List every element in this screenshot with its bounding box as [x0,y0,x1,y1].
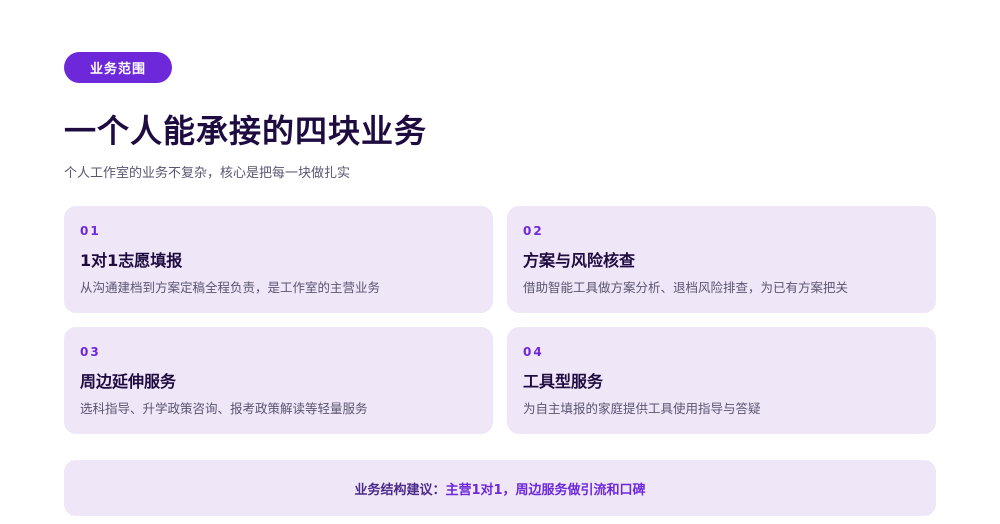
card-description: 选科指导、升学政策咨询、报考政策解读等轻量服务 [80,401,368,416]
card-title: 方案与风险核查 [523,251,636,270]
card-title: 1对1志愿填报 [80,251,183,270]
page-title: 一个人能承接的四块业务 [64,112,428,150]
structure-suggestion: 业务结构建议： 主营1对1，周边服务做引流和口碑 [64,460,936,516]
card-number: 02 [523,224,544,238]
card-description: 为自主填报的家庭提供工具使用指导与答疑 [523,401,761,416]
business-card-2: 02 方案与风险核查 借助智能工具做方案分析、退档风险排查，为已有方案把关 [507,206,936,313]
card-number: 01 [80,224,101,238]
page: 业务范围 一个人能承接的四块业务 个人工作室的业务不复杂，核心是把每一块做扎实 … [0,0,1000,524]
page-subtitle: 个人工作室的业务不复杂，核心是把每一块做扎实 [64,166,351,181]
business-card-4: 04 工具型服务 为自主填报的家庭提供工具使用指导与答疑 [507,327,936,434]
suggestion-label: 业务结构建议： [354,482,446,498]
card-title: 工具型服务 [523,372,604,391]
card-number: 04 [523,345,544,359]
card-title: 周边延伸服务 [80,372,177,391]
card-description: 借助智能工具做方案分析、退档风险排查，为已有方案把关 [523,280,849,295]
card-description: 从沟通建档到方案定稿全程负责，是工作室的主营业务 [80,280,381,295]
suggestion-value: 主营1对1，周边服务做引流和口碑 [445,482,646,498]
business-card-1: 01 1对1志愿填报 从沟通建档到方案定稿全程负责，是工作室的主营业务 [64,206,493,313]
business-card-3: 03 周边延伸服务 选科指导、升学政策咨询、报考政策解读等轻量服务 [64,327,493,434]
section-badge: 业务范围 [64,52,172,83]
card-number: 03 [80,345,101,359]
